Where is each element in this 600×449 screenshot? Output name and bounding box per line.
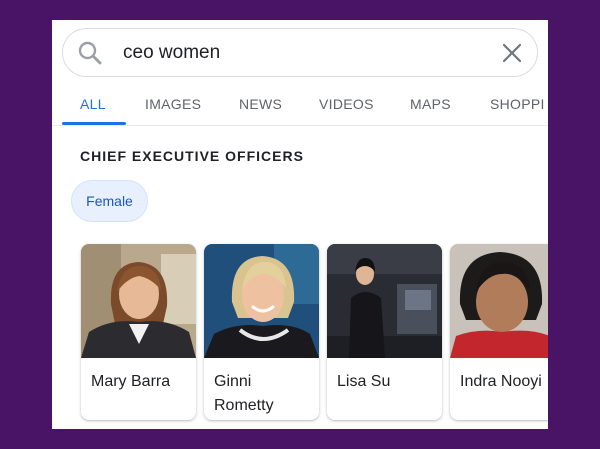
filter-chip-female[interactable]: Female <box>71 180 148 222</box>
search-bar[interactable] <box>62 28 538 77</box>
person-card-mary-barra[interactable]: Mary Barra <box>81 244 196 420</box>
person-card-lisa-su[interactable]: Lisa Su <box>327 244 442 420</box>
person-name: Ginni Rometty <box>214 373 274 414</box>
close-icon[interactable] <box>501 42 523 64</box>
tab-news[interactable]: NEWS <box>239 96 282 112</box>
tab-videos[interactable]: VIDEOS <box>319 96 374 112</box>
search-input[interactable] <box>123 39 483 67</box>
search-tabs: ALL IMAGES NEWS VIDEOS MAPS SHOPPI <box>52 82 548 126</box>
person-name: Mary Barra <box>91 373 171 390</box>
person-photo <box>450 244 548 358</box>
section-title: CHIEF EXECUTIVE OFFICERS <box>80 148 304 164</box>
person-photo <box>327 244 442 358</box>
person-name: Indra Nooyi <box>460 373 542 390</box>
person-card-ginni-rometty[interactable]: Ginni Rometty <box>204 244 319 420</box>
active-tab-indicator <box>62 122 126 125</box>
person-photo <box>81 244 196 358</box>
search-results-panel: ALL IMAGES NEWS VIDEOS MAPS SHOPPI CHIEF… <box>52 20 548 429</box>
tab-images[interactable]: IMAGES <box>145 96 201 112</box>
tab-maps[interactable]: MAPS <box>410 96 451 112</box>
tab-shopping[interactable]: SHOPPI <box>490 96 545 112</box>
person-photo <box>204 244 319 358</box>
tab-all[interactable]: ALL <box>80 96 106 112</box>
person-name: Lisa Su <box>337 373 391 390</box>
search-icon[interactable] <box>77 40 103 66</box>
person-card-indra-nooyi[interactable]: Indra Nooyi <box>450 244 548 420</box>
